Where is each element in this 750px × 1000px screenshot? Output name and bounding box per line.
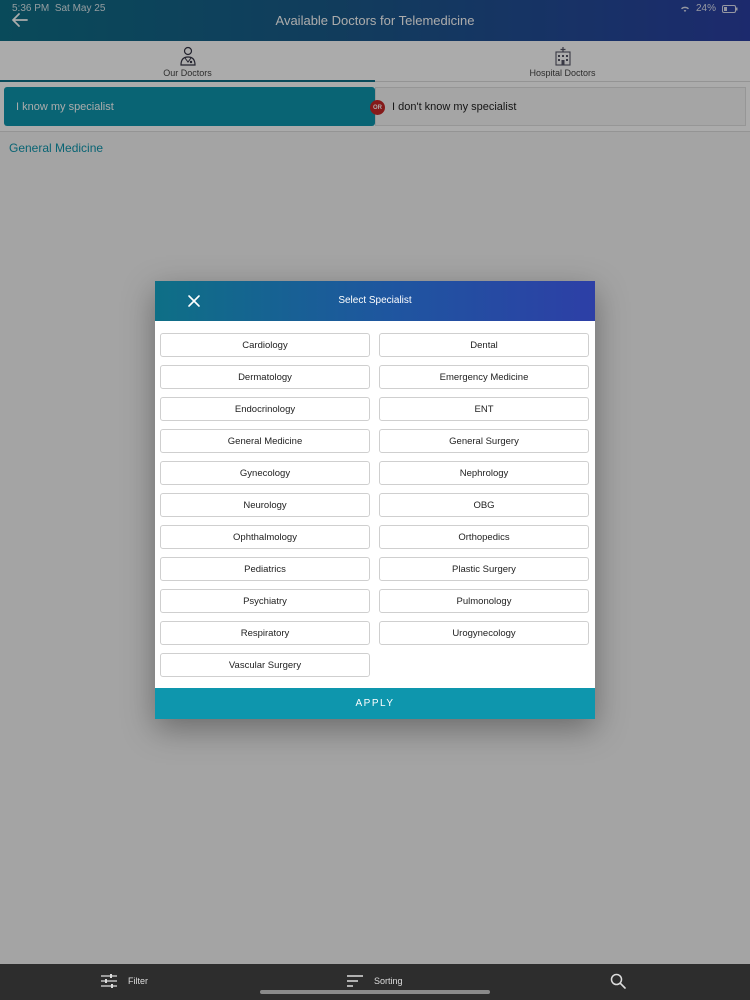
specialist-option[interactable]: Pediatrics: [160, 557, 370, 581]
search-button[interactable]: [610, 973, 626, 989]
select-specialist-modal: Select Specialist Cardiology Dental Derm…: [155, 281, 595, 719]
specialist-option[interactable]: General Medicine: [160, 429, 370, 453]
filter-label: Filter: [128, 976, 148, 986]
sorting-label: Sorting: [374, 976, 403, 986]
specialist-option[interactable]: Nephrology: [379, 461, 589, 485]
specialist-option[interactable]: Vascular Surgery: [160, 653, 370, 677]
filter-sliders-icon: [101, 974, 117, 988]
apply-button[interactable]: APPLY: [155, 688, 595, 719]
specialist-option[interactable]: Pulmonology: [379, 589, 589, 613]
specialist-option[interactable]: Plastic Surgery: [379, 557, 589, 581]
filter-button[interactable]: Filter: [100, 973, 148, 989]
specialist-option[interactable]: Dental: [379, 333, 589, 357]
specialist-option[interactable]: ENT: [379, 397, 589, 421]
search-icon: [610, 973, 626, 989]
specialist-option[interactable]: Dermatology: [160, 365, 370, 389]
sorting-button[interactable]: Sorting: [346, 973, 403, 989]
specialist-option[interactable]: Orthopedics: [379, 525, 589, 549]
specialist-option[interactable]: Cardiology: [160, 333, 370, 357]
modal-header: Select Specialist: [155, 281, 595, 321]
specialist-option[interactable]: Emergency Medicine: [379, 365, 589, 389]
specialist-option[interactable]: Endocrinology: [160, 397, 370, 421]
specialist-option[interactable]: Neurology: [160, 493, 370, 517]
modal-title: Select Specialist: [338, 295, 412, 306]
specialist-option[interactable]: Urogynecology: [379, 621, 589, 645]
specialist-option[interactable]: Gynecology: [160, 461, 370, 485]
bottom-toolbar: Filter Sorting: [0, 964, 750, 1000]
specialist-grid: Cardiology Dental Dermatology Emergency …: [160, 333, 590, 677]
specialist-option[interactable]: Ophthalmology: [160, 525, 370, 549]
specialist-option[interactable]: OBG: [379, 493, 589, 517]
specialist-option[interactable]: General Surgery: [379, 429, 589, 453]
sort-icon: [347, 975, 363, 987]
specialist-option[interactable]: Psychiatry: [160, 589, 370, 613]
home-indicator[interactable]: [260, 990, 490, 994]
specialist-option[interactable]: Respiratory: [160, 621, 370, 645]
